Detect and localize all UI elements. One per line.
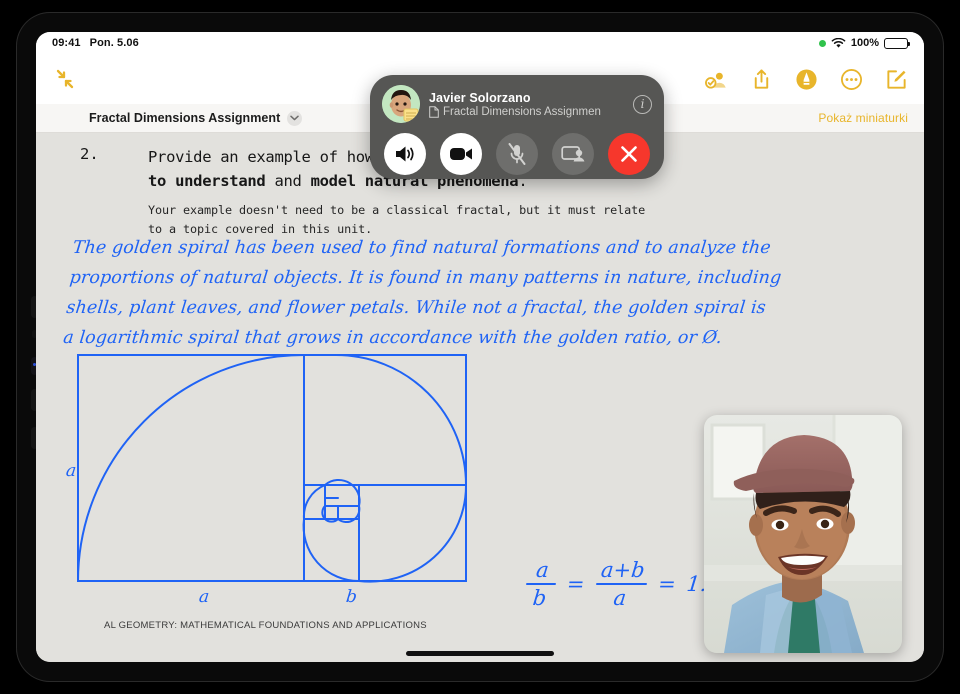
diagram-label-bottom-b: b — [344, 587, 358, 607]
question-line2-bold1: to understand — [148, 172, 266, 191]
equals-sign-1: = — [565, 572, 586, 597]
question-number: 2. — [80, 145, 99, 163]
screen-share-icon — [561, 146, 585, 162]
fraction2-denominator: a — [612, 586, 628, 611]
speaker-icon — [396, 146, 414, 162]
battery-icon — [884, 37, 910, 49]
status-time: 09:41 — [52, 37, 81, 49]
speaker-button[interactable] — [384, 133, 426, 175]
video-button[interactable] — [440, 133, 482, 175]
notes-toolbar-actions — [705, 68, 908, 91]
status-date: Pon. 5.06 — [89, 37, 139, 49]
document-canvas[interactable]: 2. Provide an example of how mathematics… — [36, 133, 924, 662]
handwriting-line-1: The golden spiral has been used to find … — [71, 238, 772, 258]
fraction2-numerator: a+b — [599, 558, 646, 582]
status-bar-left: 09:41 Pon. 5.06 — [52, 37, 139, 49]
info-button[interactable]: i — [633, 94, 652, 114]
handwriting-line-2: proportions of natural objects. It is fo… — [68, 268, 783, 289]
golden-spiral-drawing — [77, 354, 468, 583]
participant-video-thumbnail[interactable] — [704, 415, 902, 653]
memoji-glyph — [382, 85, 420, 123]
compose-icon[interactable] — [885, 68, 908, 91]
golden-spiral-diagram[interactable]: a a b — [65, 351, 494, 607]
video-camera-icon — [450, 148, 472, 160]
collaboration-icon[interactable] — [705, 68, 728, 91]
close-x-icon — [621, 146, 637, 162]
handwriting-line-3: shells, plant leaves, and flower petals.… — [65, 298, 767, 319]
facetime-document-name: Fractal Dimensions Assignmen — [443, 105, 601, 118]
fraction-a-plus-b-over-a: a+b a — [593, 558, 650, 610]
recording-indicator-icon — [818, 39, 826, 47]
home-indicator — [406, 651, 554, 656]
facetime-call-banner[interactable]: Javier Solorzano Fractal Dimensions Assi… — [370, 75, 664, 179]
microphone-muted-icon — [508, 143, 526, 165]
wifi-icon — [831, 37, 846, 48]
ipad-screen: 09:41 Pon. 5.06 100% Fractal Dimensions … — [36, 32, 924, 662]
participant-video-frame — [704, 415, 902, 653]
facetime-caller-name: Javier Solorzano — [429, 90, 531, 105]
memoji-avatar — [382, 85, 420, 123]
fraction-a-over-b: a b — [523, 558, 558, 610]
facetime-caller-row: Javier Solorzano Fractal Dimensions Assi… — [382, 85, 652, 123]
diagram-label-side-a: a — [64, 461, 78, 481]
facetime-controls — [382, 133, 652, 175]
handwriting-line-4: a logarithmic spiral that grows in accor… — [62, 328, 723, 349]
share-icon[interactable] — [750, 68, 773, 91]
mute-button[interactable] — [496, 133, 538, 175]
question-subtext-line1: Your example doesn't need to be a classi… — [148, 202, 646, 217]
document-icon — [429, 105, 439, 118]
chevron-down-icon[interactable] — [287, 110, 303, 126]
markup-pen-icon[interactable] — [795, 68, 818, 91]
fraction1-denominator: b — [531, 586, 548, 611]
equals-sign-2: = — [656, 572, 678, 597]
collapse-arrows-icon[interactable] — [52, 66, 78, 92]
facetime-shared-document: Fractal Dimensions Assignmen — [429, 106, 618, 118]
status-bar: 09:41 Pon. 5.06 100% — [36, 32, 924, 54]
battery-percent-label: 100% — [850, 37, 879, 49]
fraction1-numerator: a — [534, 558, 551, 582]
handwritten-answer[interactable]: The golden spiral has been used to find … — [62, 233, 865, 353]
status-bar-right: 100% — [818, 37, 910, 49]
shareplay-button[interactable] — [552, 133, 594, 175]
facetime-caller-info: Javier Solorzano Fractal Dimensions Assi… — [429, 91, 618, 118]
page-title: Fractal Dimensions Assignment — [89, 111, 281, 125]
question-line2-normal: and — [265, 172, 311, 191]
more-options-icon[interactable] — [840, 68, 863, 91]
show-thumbnails-button[interactable]: Pokaż miniaturki — [818, 111, 908, 125]
document-footer: AL GEOMETRY: MATHEMATICAL FOUNDATIONS AN… — [104, 620, 427, 631]
end-call-button[interactable] — [608, 133, 650, 175]
screenshot-root: 09:41 Pon. 5.06 100% Fractal Dimensions … — [0, 0, 960, 694]
diagram-label-bottom-a: a — [197, 587, 211, 607]
